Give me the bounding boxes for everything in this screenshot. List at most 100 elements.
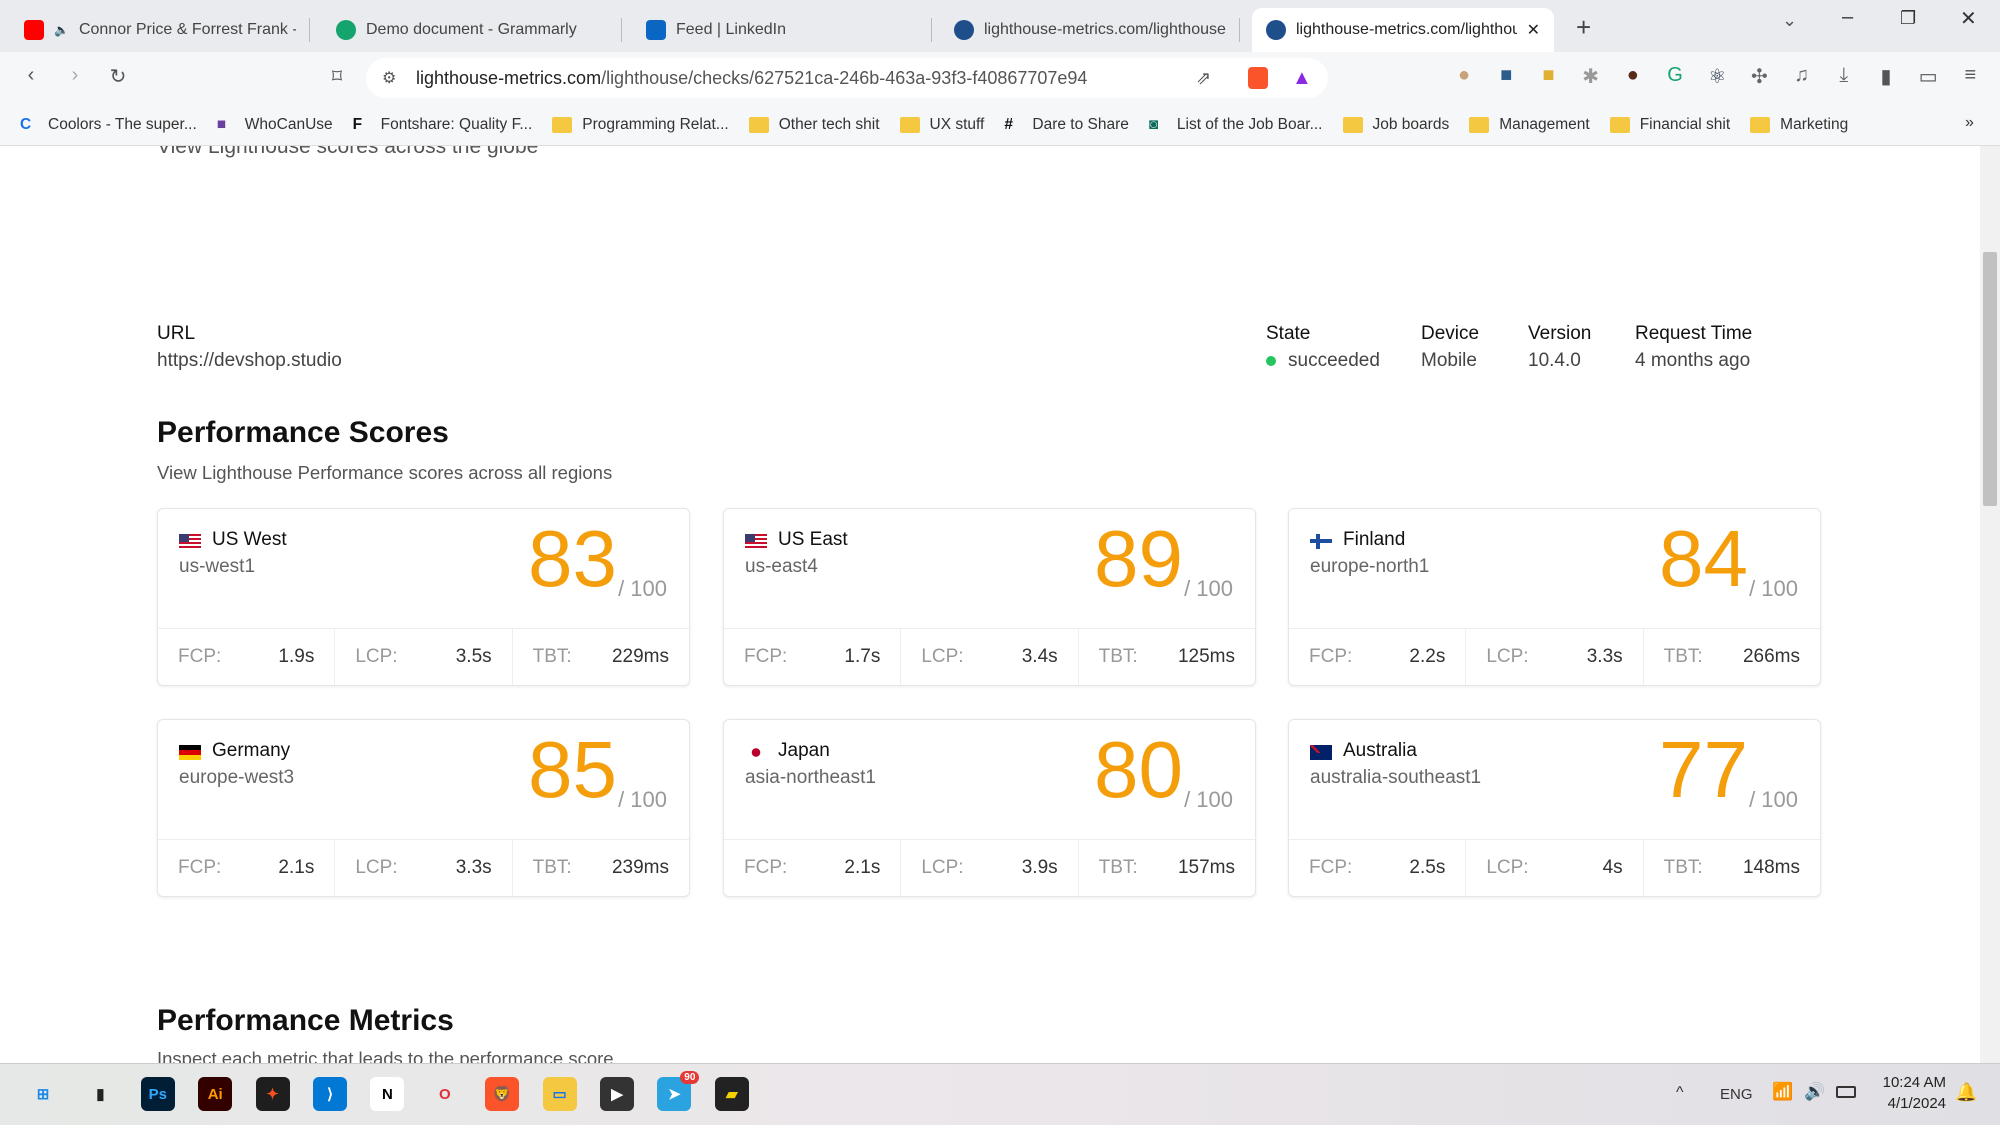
opera-icon[interactable]: O xyxy=(428,1077,462,1111)
metric-lcp: LCP: 3.3s xyxy=(334,840,511,896)
language-indicator[interactable]: ENG xyxy=(1720,1086,1753,1103)
metric-label: TBT: xyxy=(1098,857,1138,878)
close-window-button[interactable]: ✕ xyxy=(1960,6,1977,31)
bookmark-item[interactable]: Programming Relat... xyxy=(552,116,729,134)
wallet-icon[interactable]: ▭ xyxy=(1915,64,1941,89)
bookmark-item[interactable]: Marketing xyxy=(1750,116,1848,134)
brave-icon[interactable]: 🦁 xyxy=(485,1077,520,1111)
bookmark-item[interactable]: # Dare to Share xyxy=(1004,116,1129,134)
metric-value: 3.3s xyxy=(455,857,492,878)
address-bar[interactable]: ⚙ lighthouse-metrics.com/lighthouse/chec… xyxy=(366,58,1328,98)
url-value[interactable]: https://devshop.studio xyxy=(157,350,342,372)
url-domain: lighthouse-metrics.com xyxy=(416,67,602,88)
browser-tab[interactable]: Feed | LinkedIn xyxy=(632,8,932,52)
extensions-puzzle-icon[interactable]: ✣ xyxy=(1746,64,1772,89)
media-controls-icon[interactable]: ♫ xyxy=(1789,64,1815,87)
scrollbar-thumb[interactable] xyxy=(1983,252,1997,506)
region-id: australia-southeast1 xyxy=(1310,767,1482,788)
region-score-card[interactable]: US East us-east4 89/ 100 FCP: 1.7s LCP: 3.4s TB… xyxy=(723,508,1256,686)
illustrator-icon[interactable]: Ai xyxy=(198,1077,233,1111)
metric-tbt: TBT: 148ms xyxy=(1642,840,1820,896)
bookmark-item[interactable]: C Coolors - The super... xyxy=(20,116,197,134)
reload-icon[interactable]: ↻ xyxy=(105,64,131,89)
bookmark-item[interactable]: ■ WhoCanUse xyxy=(217,116,333,134)
bookmark-icon[interactable]: ⌑ xyxy=(324,64,350,89)
notion-icon[interactable]: N xyxy=(370,1077,405,1111)
site-settings-icon[interactable]: ⚙ xyxy=(382,68,396,88)
region-name: US East xyxy=(778,529,848,550)
extension-folder-icon[interactable]: ■ xyxy=(1535,64,1561,87)
browser-tab[interactable]: Demo document - Grammarly xyxy=(322,8,622,52)
grammarly-extension-icon[interactable]: G xyxy=(1662,64,1688,87)
region-score-card[interactable]: Germany europe-west3 85/ 100 FCP: 2.1s LCP: 3.… xyxy=(157,719,690,897)
bookmark-item[interactable]: Other tech shit xyxy=(748,116,880,134)
performance-score: 85 xyxy=(528,725,617,814)
region-score-card[interactable]: US West us-west1 83/ 100 FCP: 1.9s LCP: 3.5s TB… xyxy=(157,508,690,686)
vscode-icon[interactable]: ⟩ xyxy=(313,1077,347,1111)
metric-tbt: TBT: 239ms xyxy=(511,840,689,896)
telegram-icon[interactable]: ➤ 90 xyxy=(657,1071,700,1111)
metric-tbt: TBT: 266ms xyxy=(1642,629,1820,685)
menu-icon[interactable]: ≡ xyxy=(1957,64,1983,87)
region-score-card[interactable]: Finland europe-north1 84/ 100 FCP: 2.2s LCP: 3… xyxy=(1288,508,1821,686)
figma-icon[interactable]: ✦ xyxy=(255,1077,290,1111)
metric-tbt: TBT: 157ms xyxy=(1077,840,1255,896)
share-icon[interactable]: ⇗ xyxy=(1196,68,1211,89)
photoshop-icon[interactable]: Ps xyxy=(140,1077,175,1111)
bookmark-item[interactable]: ◙ List of the Job Boar... xyxy=(1149,116,1323,134)
extension-owl-icon[interactable]: ● xyxy=(1451,64,1477,87)
close-tab-icon[interactable]: ✕ xyxy=(1527,20,1540,40)
back-icon[interactable]: ‹ xyxy=(18,64,44,87)
browser-tab[interactable]: lighthouse-metrics.com/lighthouse/c xyxy=(940,8,1240,52)
youtube-icon xyxy=(24,20,44,40)
file-explorer-icon[interactable]: ▭ xyxy=(542,1077,577,1111)
browser-tab[interactable]: lighthouse-metrics.com/lighthou ✕ xyxy=(1252,8,1554,52)
metric-value: 3.9s xyxy=(1021,857,1058,878)
start-icon[interactable]: ⊞ xyxy=(26,1077,60,1111)
sticky-notes-icon[interactable]: ▰ xyxy=(714,1077,749,1111)
side-panel-icon[interactable]: ▮ xyxy=(1873,64,1899,89)
clock[interactable]: 10:24 AM 4/1/2024 xyxy=(1874,1074,1946,1112)
bookmark-item[interactable]: Financial shit xyxy=(1609,116,1730,134)
notification-bell-icon[interactable]: 🔔 xyxy=(1955,1082,1977,1103)
metric-fcp: FCP: 2.2s xyxy=(1289,629,1465,685)
metric-lcp: LCP: 3.9s xyxy=(900,840,1077,896)
metric-value: 125ms xyxy=(1177,646,1235,667)
extension-bug-icon[interactable]: ✱ xyxy=(1578,64,1604,89)
metrics-row: FCP: 1.7s LCP: 3.4s TBT: 125ms xyxy=(724,628,1255,685)
browser-tab[interactable]: 🔈 Connor Price & Forrest Frank - U xyxy=(10,8,310,52)
more-bookmarks-icon[interactable]: » xyxy=(1965,114,1974,132)
minimize-button[interactable]: – xyxy=(1842,6,1853,29)
bookmark-item[interactable]: Job boards xyxy=(1342,116,1449,134)
wifi-icon[interactable]: 📶 xyxy=(1772,1082,1793,1102)
media-player-icon[interactable]: ▶ xyxy=(600,1077,634,1111)
metric-value: 3.3s xyxy=(1586,646,1623,667)
extension-new-icon[interactable]: ■ xyxy=(1493,64,1519,87)
region-name: Germany xyxy=(212,740,291,761)
region-score-card[interactable]: Australia australia-southeast1 77/ 100 FCP:… xyxy=(1288,719,1821,897)
react-devtools-icon[interactable]: ⚛ xyxy=(1704,64,1730,89)
metric-label: TBT: xyxy=(1663,857,1703,878)
task-view-icon[interactable]: ▮ xyxy=(83,1077,117,1111)
volume-icon[interactable]: 🔊 xyxy=(1804,1082,1825,1102)
region-score-card[interactable]: Japan asia-northeast1 80/ 100 FCP: 2.1s LCP: 3… xyxy=(723,719,1256,897)
forward-icon[interactable]: › xyxy=(62,64,88,87)
new-tab-button[interactable]: + xyxy=(1576,12,1591,43)
extension-avatar-icon[interactable]: ● xyxy=(1620,64,1646,87)
brave-shields-icon[interactable] xyxy=(1248,67,1268,89)
region-name: Finland xyxy=(1343,529,1406,550)
metrics-row: FCP: 2.1s LCP: 3.9s TBT: 157ms xyxy=(724,839,1255,896)
bookmark-item[interactable]: F Fontshare: Quality F... xyxy=(353,116,533,134)
battery-icon[interactable] xyxy=(1836,1086,1856,1098)
bookmark-item[interactable]: Management xyxy=(1469,116,1590,134)
request-time-label: Request Time xyxy=(1635,323,1753,344)
brave-rewards-icon[interactable]: ▲ xyxy=(1292,67,1312,90)
downloads-icon[interactable]: ⤓ xyxy=(1831,64,1857,87)
tab-search-icon[interactable]: ⌄ xyxy=(1782,10,1797,31)
bookmark-item[interactable]: UX stuff xyxy=(899,116,984,134)
restore-button[interactable]: ❐ xyxy=(1900,8,1916,29)
performance-score: 77 xyxy=(1659,725,1748,814)
tray-chevron-icon[interactable]: ^ xyxy=(1676,1084,1684,1102)
metrics-row: FCP: 2.1s LCP: 3.3s TBT: 239ms xyxy=(158,839,689,896)
metric-label: TBT: xyxy=(1098,646,1138,667)
